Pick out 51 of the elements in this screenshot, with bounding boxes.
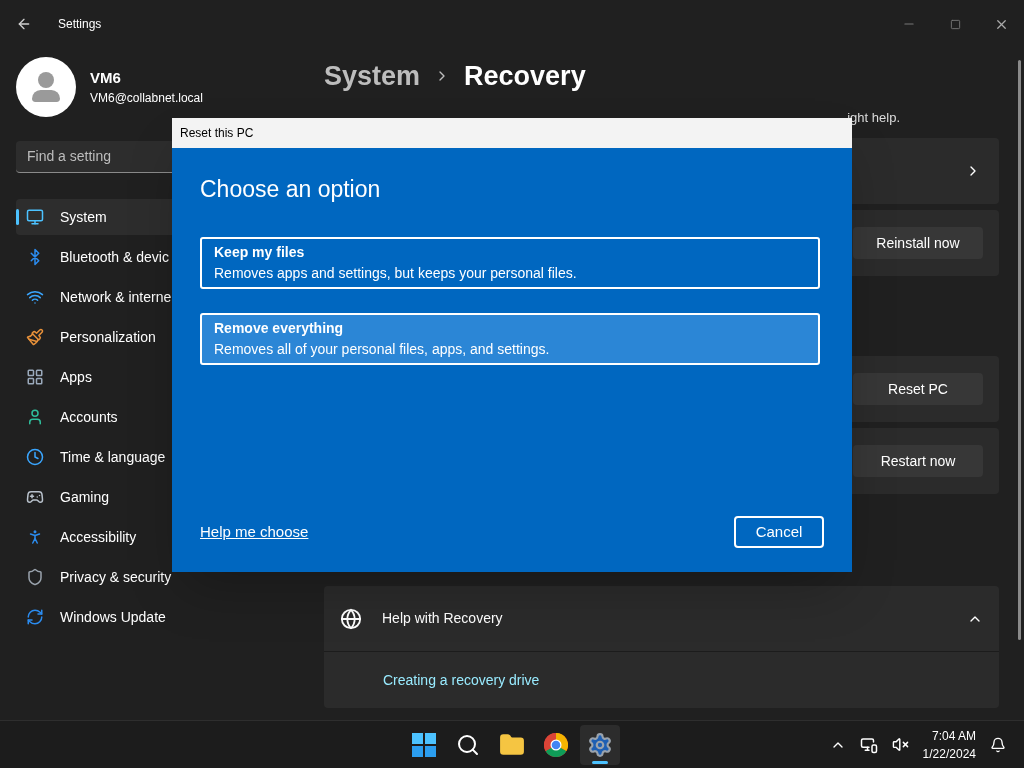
gear-icon	[587, 731, 613, 758]
cancel-button[interactable]: Cancel	[734, 516, 824, 548]
browser-icon	[544, 732, 568, 757]
card-button[interactable]: Reset PC	[853, 373, 983, 405]
page-title: Recovery	[464, 59, 586, 93]
shield-icon	[26, 568, 44, 586]
person-icon	[26, 408, 44, 426]
scrollbar[interactable]	[1018, 60, 1021, 640]
paintbrush-icon	[26, 328, 44, 346]
nav-item[interactable]: Windows Update	[16, 599, 306, 635]
option-button[interactable]: Keep my files Removes apps and settings, but keeps your personal files.	[200, 236, 820, 289]
taskbar-app[interactable]	[580, 724, 620, 765]
help-link[interactable]: Creating a recovery drive	[383, 669, 540, 691]
bell-icon[interactable]	[990, 736, 1006, 753]
nav-item[interactable]: Accounts	[16, 399, 306, 435]
network-icon[interactable]	[859, 735, 878, 754]
card-button[interactable]: Restart now	[853, 445, 983, 477]
nav-item[interactable]: Privacy & security	[16, 559, 306, 595]
option-button[interactable]: Remove everything Removes all of your personal files, apps, and settings.	[200, 312, 820, 365]
search-icon	[456, 732, 480, 757]
breadcrumb-parent[interactable]: System	[324, 55, 421, 97]
card-button[interactable]: Reinstall now	[853, 227, 983, 259]
avatar	[16, 57, 76, 117]
option-title: Remove everything	[214, 318, 345, 338]
folder-icon	[499, 731, 525, 758]
refresh-icon	[26, 608, 44, 626]
option-title: Keep my files	[214, 242, 306, 262]
globe-icon	[340, 607, 362, 630]
user-name: VM6	[90, 67, 122, 88]
gamepad-icon	[26, 488, 44, 506]
option-description: Removes apps and settings, but keeps your personal files.	[214, 263, 578, 283]
muted-speaker-icon[interactable]	[891, 736, 909, 753]
expander-header[interactable]: Help with Recovery	[324, 586, 999, 652]
option-description: Removes all of your personal files, apps, and settings.	[214, 339, 551, 359]
help-link[interactable]: Help me choose	[200, 520, 309, 544]
clock-time[interactable]: 7:04 AM	[931, 726, 976, 745]
selection-indicator	[16, 209, 19, 225]
monitor-icon	[26, 208, 44, 226]
apps-icon	[26, 368, 44, 386]
clock-icon	[26, 448, 44, 466]
nav-item[interactable]: Gaming	[16, 479, 306, 515]
wifi-icon	[26, 288, 44, 306]
dialog-title: Reset this PC	[180, 125, 254, 142]
maximize-icon[interactable]	[949, 18, 961, 30]
back-icon[interactable]	[16, 16, 32, 32]
active-indicator	[592, 760, 608, 764]
clock-date[interactable]: 1/22/2024	[922, 744, 976, 763]
nav-item[interactable]: Time & language	[16, 439, 306, 475]
user-email: VM6@collabnet.local	[90, 90, 203, 108]
window-title: Settings	[58, 16, 102, 33]
windows-logo-icon	[412, 732, 436, 757]
